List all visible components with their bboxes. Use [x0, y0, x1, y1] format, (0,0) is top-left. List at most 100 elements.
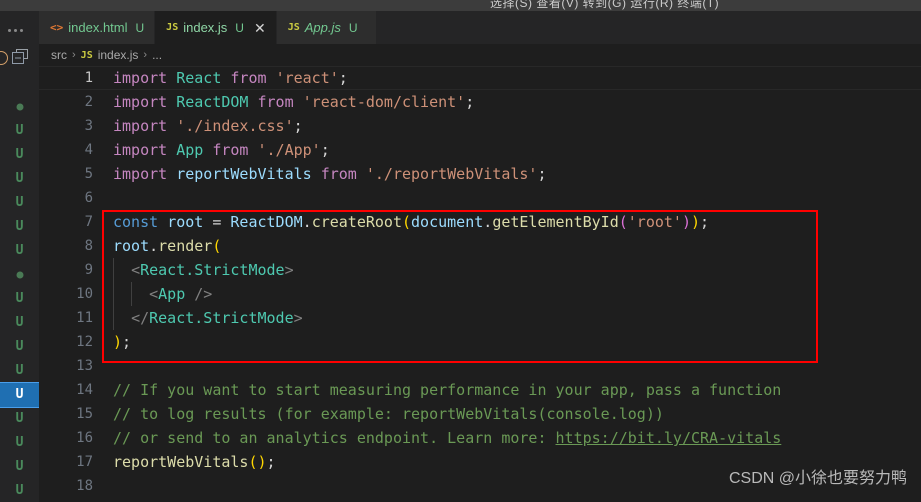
js-icon: JS — [287, 22, 300, 33]
gutter-u-marker[interactable]: U — [0, 143, 39, 167]
tab-index-js[interactable]: JS index.js U ✕ — [155, 11, 277, 44]
tab-close-icon[interactable]: ✕ — [254, 21, 266, 35]
breadcrumb-item-1[interactable]: index.js — [98, 48, 139, 62]
token-cmt: // or send to an analytics endpoint. Lea… — [113, 429, 556, 447]
token-kw: from — [257, 93, 294, 111]
line-number: 18 — [76, 478, 93, 494]
gutter-u-marker[interactable]: U — [0, 191, 39, 215]
breadcrumb-separator-icon: › — [72, 49, 76, 61]
token-tagb: </ — [131, 309, 150, 327]
menu-bar[interactable]: 选择(S) 查看(V) 转到(G) 运行(R) 终端(T) — [0, 0, 921, 11]
token-kw: import — [113, 141, 168, 159]
code-line[interactable]: 1 import React from 'react'; — [39, 66, 921, 90]
token-str: 'root' — [627, 213, 682, 231]
tab-git-badge: U — [135, 20, 145, 35]
split-editor-icon[interactable] — [12, 49, 28, 65]
token-pun: ; — [122, 333, 132, 351]
gutter-u-marker[interactable]: U — [0, 335, 39, 359]
editor-tab-bar: <> index.html U JS index.js U ✕ JS App.js U — [39, 11, 921, 44]
gutter-dot-icon[interactable] — [0, 263, 39, 287]
code-text: // If you want to start measuring perfor… — [113, 378, 781, 402]
gutter-u-marker[interactable]: U — [0, 215, 39, 239]
token-pun — [185, 285, 194, 303]
token-cmt: // If you want to start measuring perfor… — [113, 381, 782, 399]
gutter-u-marker[interactable]: U — [0, 455, 39, 479]
code-line[interactable]: 11 </React.StrictMode> — [39, 306, 921, 330]
gutter-u-marker[interactable]: U — [0, 239, 39, 263]
line-number: 16 — [76, 430, 93, 446]
breadcrumb[interactable]: src › JS index.js ›... — [39, 44, 921, 66]
line-number: 4 — [84, 142, 93, 158]
token-fn: render — [158, 237, 213, 255]
gutter-u-marker[interactable]: U — [0, 431, 39, 455]
menu-bar-items[interactable]: 选择(S) 查看(V) 转到(G) 运行(R) 终端(T) — [490, 0, 719, 11]
breadcrumb-item-0[interactable]: src — [51, 48, 67, 62]
code-text: reportWebVitals(); — [113, 450, 276, 474]
token-pun — [113, 285, 149, 303]
token-b1: ( — [212, 237, 222, 255]
token-tagb: > — [293, 309, 303, 327]
gutter-u-marker[interactable]: U — [0, 167, 39, 191]
token-str: 'react-dom/client' — [302, 93, 466, 111]
js-icon: JS — [166, 22, 179, 33]
token-str: './index.css' — [176, 117, 294, 135]
code-line[interactable]: 2 import ReactDOM from 'react-dom/client'… — [39, 90, 921, 114]
tab-App-js[interactable]: JS App.js U — [276, 11, 377, 44]
line-number: 6 — [84, 190, 93, 206]
token-pun: ; — [320, 141, 330, 159]
code-line[interactable]: 13 — [39, 354, 921, 378]
token-pun: ; — [465, 93, 475, 111]
gutter-dot-icon[interactable] — [0, 95, 39, 119]
code-line[interactable]: 9 <React.StrictMode> — [39, 258, 921, 282]
token-pun — [167, 141, 176, 159]
token-kw: import — [113, 69, 168, 87]
tab-index-html[interactable]: <> index.html U — [39, 11, 156, 44]
code-line[interactable]: 12); — [39, 330, 921, 354]
token-str: './reportWebVitals' — [365, 165, 538, 183]
token-var: root — [167, 213, 204, 231]
code-line[interactable]: 15 // to log results (for example: report… — [39, 402, 921, 426]
token-b1: ) — [113, 333, 123, 351]
line-number: 14 — [76, 382, 93, 398]
token-link[interactable]: https://bit.ly/CRA-vitals — [556, 429, 782, 447]
gutter-u-marker[interactable]: U — [0, 311, 39, 335]
token-tagb: /> — [194, 285, 213, 303]
gutter-u-marker[interactable]: U — [0, 287, 39, 311]
code-line[interactable]: 6 — [39, 186, 921, 210]
token-pun: ; — [700, 213, 710, 231]
source-control-markers: UUUUUUUUUUUUUUUUU — [0, 71, 40, 502]
code-editor[interactable]: 1 import React from 'react'; 2 import React… — [39, 66, 921, 502]
gutter-u-marker[interactable]: U — [0, 407, 39, 431]
code-line[interactable]: 16 // or send to an analytics endpoint. L… — [39, 426, 921, 450]
line-number: 13 — [76, 358, 93, 374]
code-line[interactable]: 7 const root = ReactDOM.createRoot(docume… — [39, 210, 921, 234]
gutter-u-marker[interactable]: U — [0, 479, 39, 502]
gutter-u-marker[interactable]: U — [0, 119, 39, 143]
token-pun: ; — [266, 453, 276, 471]
token-fn: reportWebVitals — [113, 453, 249, 471]
line-number: 17 — [76, 454, 93, 470]
watermark: CSDN @小徐也要努力鸭 — [728, 470, 907, 487]
code-line[interactable]: 4 import App from './App'; — [39, 138, 921, 162]
code-text: ); — [113, 330, 131, 354]
token-b2: ( — [618, 213, 628, 231]
more-actions-icon[interactable] — [8, 23, 32, 37]
token-pun — [312, 165, 321, 183]
gutter-u-marker[interactable]: U — [0, 359, 39, 383]
token-pun: . — [483, 213, 493, 231]
breadcrumb-item-2[interactable]: ... — [152, 48, 162, 62]
line-number: 15 — [76, 406, 93, 422]
code-line[interactable]: 5 import reportWebVitals from './reportWe… — [39, 162, 921, 186]
code-line[interactable]: 10 <App /> — [39, 282, 921, 306]
token-b1: ( — [402, 213, 412, 231]
code-line[interactable]: 14 // If you want to start measuring perf… — [39, 378, 921, 402]
token-tagb: < — [131, 261, 141, 279]
token-b1: () — [248, 453, 267, 471]
code-text: const root = ReactDOM.createRoot(documen… — [113, 210, 709, 234]
gutter-u-marker[interactable]: U — [0, 382, 40, 408]
tab-label: index.js — [183, 20, 228, 35]
code-line[interactable]: 3 import './index.css'; — [39, 114, 921, 138]
token-kw: from — [320, 165, 357, 183]
code-line[interactable]: 8 root.render( — [39, 234, 921, 258]
html-icon: <> — [50, 21, 64, 34]
